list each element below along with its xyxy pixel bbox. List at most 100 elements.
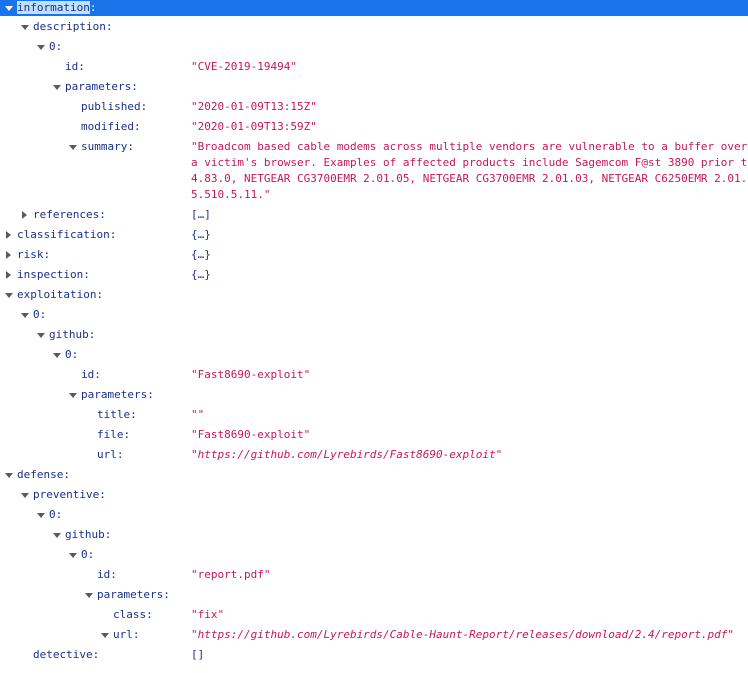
- tree-row-id[interactable]: id: "CVE-2019-19494": [0, 57, 748, 77]
- value-published: "2020-01-09T13:15Z": [191, 100, 317, 113]
- expand-toggle-icon[interactable]: [52, 345, 62, 365]
- key-github[interactable]: github:: [49, 325, 95, 345]
- expand-toggle-icon[interactable]: [68, 385, 78, 405]
- tree-row-exploit-parameters[interactable]: parameters:: [0, 385, 748, 405]
- tree-row-detective[interactable]: detective: []: [0, 645, 748, 665]
- key-description[interactable]: description:: [33, 17, 112, 37]
- value-url-link[interactable]: "https://github.com/Lyrebirds/Cable-Haun…: [191, 625, 734, 645]
- key-references[interactable]: references:: [33, 205, 106, 225]
- key-index-0[interactable]: 0:: [49, 37, 62, 57]
- expand-toggle-icon[interactable]: [20, 205, 30, 225]
- key-id[interactable]: id:: [97, 565, 117, 585]
- key-title[interactable]: title:: [97, 405, 137, 425]
- tree-row-file[interactable]: file: "Fast8690-exploit": [0, 425, 748, 445]
- key-file[interactable]: file:: [97, 425, 130, 445]
- tree-row-defense-id[interactable]: id: "report.pdf": [0, 565, 748, 585]
- tree-row-description-0[interactable]: 0:: [0, 37, 748, 57]
- key-index-0[interactable]: 0:: [65, 345, 78, 365]
- key-parameters[interactable]: parameters:: [65, 77, 138, 97]
- key-published[interactable]: published:: [81, 97, 147, 117]
- tree-row-exploit-id[interactable]: id: "Fast8690-exploit": [0, 365, 748, 385]
- key-classification[interactable]: classification:: [17, 225, 116, 245]
- expand-toggle-icon[interactable]: [68, 137, 78, 157]
- value-inspection-collapsed: {…}: [191, 268, 211, 281]
- value-risk-collapsed: {…}: [191, 248, 211, 261]
- tree-row-exploitation[interactable]: exploitation:: [0, 285, 748, 305]
- expand-toggle-icon[interactable]: [20, 305, 30, 325]
- key-information[interactable]: information:: [17, 0, 96, 16]
- tree-row-risk[interactable]: risk: {…}: [0, 245, 748, 265]
- value-classification-collapsed: {…}: [191, 228, 211, 241]
- value-defense-id: "report.pdf": [191, 568, 271, 581]
- tree-row-classification[interactable]: classification: {…}: [0, 225, 748, 245]
- value-detective: []: [191, 648, 205, 661]
- key-defense[interactable]: defense:: [17, 465, 70, 485]
- tree-row-description[interactable]: description:: [0, 17, 748, 37]
- key-inspection[interactable]: inspection:: [17, 265, 90, 285]
- key-index-0[interactable]: 0:: [49, 505, 62, 525]
- expand-toggle-icon[interactable]: [4, 225, 14, 245]
- tree-row-title[interactable]: title: "": [0, 405, 748, 425]
- tree-row-information[interactable]: information:: [0, 0, 748, 16]
- key-index-0[interactable]: 0:: [81, 545, 94, 565]
- key-preventive[interactable]: preventive:: [33, 485, 106, 505]
- key-id[interactable]: id:: [65, 57, 85, 77]
- key-parameters[interactable]: parameters:: [81, 385, 154, 405]
- expand-toggle-icon[interactable]: [4, 265, 14, 285]
- summary-line: "Broadcom based cable modems across mult…: [191, 140, 748, 153]
- tree-row-defense-github-0[interactable]: 0:: [0, 545, 748, 565]
- key-url[interactable]: url:: [113, 625, 140, 645]
- value-file: "Fast8690-exploit": [191, 428, 311, 441]
- summary-line: 4.83.0, NETGEAR CG3700EMR 2.01.05, NETGE…: [191, 172, 748, 185]
- tree-row-parameters[interactable]: parameters:: [0, 77, 748, 97]
- expand-toggle-icon[interactable]: [36, 505, 46, 525]
- tree-row-exploitation-0[interactable]: 0:: [0, 305, 748, 325]
- tree-row-defense-url[interactable]: url: "https://github.com/Lyrebirds/Cable…: [0, 625, 748, 645]
- expand-toggle-icon[interactable]: [4, 465, 14, 485]
- tree-row-defense-parameters[interactable]: parameters:: [0, 585, 748, 605]
- key-information-label: information: [17, 1, 90, 14]
- tree-row-preventive-0[interactable]: 0:: [0, 505, 748, 525]
- value-exploit-id: "Fast8690-exploit": [191, 368, 311, 381]
- summary-line: a victim's browser. Examples of affected…: [191, 156, 748, 169]
- tree-row-inspection[interactable]: inspection: {…}: [0, 265, 748, 285]
- tree-row-preventive[interactable]: preventive:: [0, 485, 748, 505]
- value-class: "fix": [191, 608, 225, 621]
- value-url-link[interactable]: "https://github.com/Lyrebirds/Fast8690-e…: [191, 445, 502, 465]
- tree-row-modified[interactable]: modified: "2020-01-09T13:59Z": [0, 117, 748, 137]
- tree-row-defense[interactable]: defense:: [0, 465, 748, 485]
- key-url[interactable]: url:: [97, 445, 124, 465]
- expand-toggle-icon[interactable]: [52, 525, 62, 545]
- key-index-0[interactable]: 0:: [33, 305, 46, 325]
- key-github[interactable]: github:: [65, 525, 111, 545]
- key-id[interactable]: id:: [81, 365, 101, 385]
- key-class[interactable]: class:: [113, 605, 153, 625]
- expand-toggle-icon[interactable]: [100, 625, 110, 645]
- key-parameters[interactable]: parameters:: [97, 585, 170, 605]
- key-exploitation[interactable]: exploitation:: [17, 285, 103, 305]
- value-summary: "Broadcom based cable modems across mult…: [191, 139, 748, 203]
- expand-toggle-icon[interactable]: [36, 37, 46, 57]
- expand-toggle-icon[interactable]: [20, 485, 30, 505]
- value-references-collapsed: […]: [191, 208, 211, 221]
- key-risk[interactable]: risk:: [17, 245, 50, 265]
- key-summary[interactable]: summary:: [81, 137, 134, 157]
- tree-row-class[interactable]: class: "fix": [0, 605, 748, 625]
- expand-toggle-icon[interactable]: [84, 585, 94, 605]
- key-detective[interactable]: detective:: [33, 645, 99, 665]
- expand-toggle-icon[interactable]: [36, 325, 46, 345]
- expand-toggle-icon[interactable]: [4, 245, 14, 265]
- summary-line: 5.510.5.11.": [191, 188, 271, 201]
- expand-toggle-icon[interactable]: [52, 77, 62, 97]
- tree-row-references[interactable]: references: […]: [0, 205, 748, 225]
- tree-row-github-0[interactable]: 0:: [0, 345, 748, 365]
- key-modified[interactable]: modified:: [81, 117, 141, 137]
- expand-toggle-icon[interactable]: [4, 285, 14, 305]
- expand-toggle-icon[interactable]: [68, 545, 78, 565]
- tree-row-published[interactable]: published: "2020-01-09T13:15Z": [0, 97, 748, 117]
- tree-row-url[interactable]: url: "https://github.com/Lyrebirds/Fast8…: [0, 445, 748, 465]
- tree-row-github[interactable]: github:: [0, 325, 748, 345]
- tree-row-defense-github[interactable]: github:: [0, 525, 748, 545]
- key-colon: :: [89, 1, 97, 14]
- expand-toggle-icon[interactable]: [20, 17, 30, 37]
